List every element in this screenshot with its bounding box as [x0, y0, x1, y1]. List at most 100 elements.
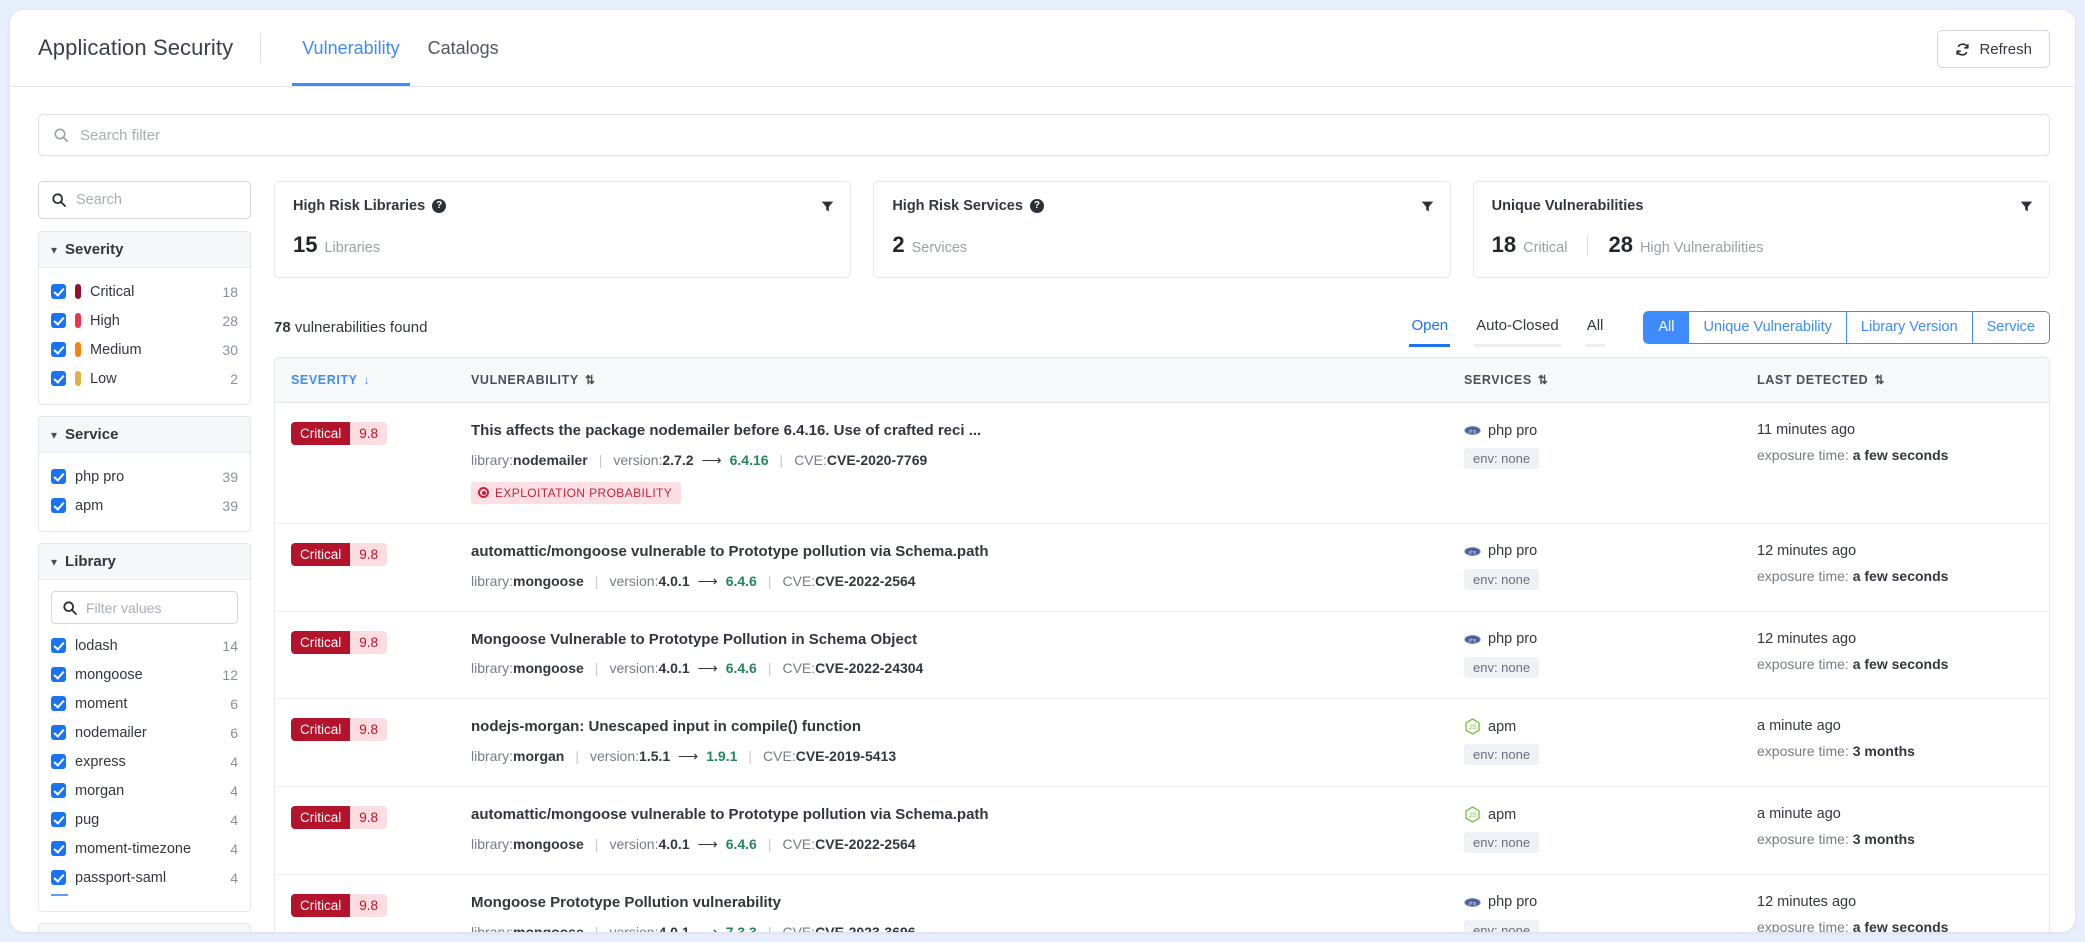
column-label: VULNERABILITY [471, 373, 579, 387]
column-header-last-detected[interactable]: LAST DETECTED ⇅ [1757, 373, 2049, 387]
tab-vulnerability[interactable]: Vulnerability [288, 10, 413, 86]
vulnerability-title[interactable]: Mongoose Prototype Pollution vulnerabili… [471, 894, 1464, 913]
checkbox-checked-icon[interactable] [51, 725, 66, 740]
checkbox-checked-icon[interactable] [51, 783, 66, 798]
facet-item-high[interactable]: High 28 [51, 306, 238, 335]
facet-header-library[interactable]: ▾ Library [39, 544, 250, 580]
facet-item-medium[interactable]: Medium 30 [51, 335, 238, 364]
facet-item-apm[interactable]: apm 39 [51, 491, 238, 520]
filter-icon[interactable] [1421, 200, 1434, 213]
column-header-services[interactable]: SERVICES ⇅ [1464, 373, 1757, 387]
facet-item-morgan[interactable]: morgan 4 [51, 776, 238, 805]
table-row[interactable]: Critical 9.8 automattic/mongoose vulnerabl… [275, 787, 2049, 875]
facet-group-language: ▾ Language [38, 923, 251, 932]
version-label: version: [609, 923, 659, 933]
facet-item-count: 28 [222, 312, 238, 329]
group-by-library-version[interactable]: Library Version [1845, 310, 1972, 344]
checkbox-checked-icon[interactable] [51, 498, 66, 513]
facet-header-service[interactable]: ▾ Service [39, 417, 250, 453]
facet-search-box[interactable] [38, 181, 251, 219]
service-line: php php pro [1464, 631, 1757, 648]
version-current: 4.0.1 [658, 660, 690, 677]
facet-item-label: Low [90, 370, 117, 387]
facet-header-severity[interactable]: ▾ Severity [39, 232, 250, 268]
checkbox-checked-icon[interactable] [51, 284, 66, 299]
facet-search-input[interactable] [76, 192, 238, 208]
checkbox-checked-icon[interactable] [51, 342, 66, 357]
service-line: php php pro [1464, 543, 1757, 560]
tab-catalogs[interactable]: Catalogs [414, 10, 513, 86]
table-row[interactable]: Critical 9.8 Mongoose Vulnerable to Protot… [275, 612, 2049, 700]
severity-badge: Critical 9.8 [291, 806, 388, 829]
stat-card-title: High Risk Libraries ? [293, 198, 832, 214]
vulnerability-title[interactable]: Mongoose Vulnerable to Prototype Polluti… [471, 631, 1464, 650]
meta-divider: | [575, 748, 579, 764]
version-fixed: 6.4.6 [725, 572, 757, 589]
facet-show-more[interactable] [51, 894, 238, 900]
facet-item-nodemailer[interactable]: nodemailer 6 [51, 718, 238, 747]
group-by-unique-vulnerability[interactable]: Unique Vulnerability [1688, 310, 1846, 344]
table-row[interactable]: Critical 9.8 This affects the package node… [275, 403, 2049, 524]
help-icon[interactable]: ? [432, 199, 447, 213]
checkbox-checked-icon[interactable] [51, 667, 66, 682]
group-by-service[interactable]: Service [1971, 310, 2050, 344]
target-icon [478, 487, 489, 499]
column-header-severity[interactable]: SEVERITY ↓ [291, 373, 471, 387]
meta-divider: | [598, 451, 603, 468]
facet-item-mongoose[interactable]: mongoose 12 [51, 660, 238, 689]
help-icon[interactable]: ? [1029, 199, 1044, 213]
refresh-button[interactable]: Refresh [1937, 30, 2050, 68]
facet-header-language[interactable]: ▾ Language [39, 924, 250, 932]
column-header-vulnerability[interactable]: VULNERABILITY ⇅ [471, 373, 1464, 387]
facet-item-express[interactable]: express 4 [51, 747, 238, 776]
facet-item-moment-timezone[interactable]: moment-timezone 4 [51, 834, 238, 863]
library-label: library: [471, 572, 514, 589]
vulnerability-title[interactable]: nodejs-morgan: Unescaped input in compil… [471, 718, 1464, 737]
checkbox-checked-icon[interactable] [51, 870, 66, 885]
facet-item-passport-saml[interactable]: passport-saml 4 [51, 863, 238, 892]
facet-item-php-pro[interactable]: php pro 39 [51, 462, 238, 491]
table-row[interactable]: Critical 9.8 Mongoose Prototype Pollution … [275, 875, 2049, 932]
facet-item-pug[interactable]: pug 4 [51, 805, 238, 834]
severity-color-pill [75, 342, 81, 357]
facet-item-moment[interactable]: moment 6 [51, 689, 238, 718]
checkbox-checked-icon[interactable] [51, 754, 66, 769]
search-input[interactable] [80, 126, 2035, 144]
checkbox-checked-icon[interactable] [51, 371, 66, 386]
main-panel: High Risk Libraries ? 15 Libraries High … [274, 181, 2050, 932]
exposure-value: 3 months [1852, 743, 1915, 760]
refresh-label: Refresh [1979, 40, 2032, 58]
status-tab-auto-closed[interactable]: Auto-Closed [1462, 307, 1573, 347]
checkbox-checked-icon[interactable] [51, 638, 66, 653]
filter-icon[interactable] [2020, 200, 2033, 213]
table-row[interactable]: Critical 9.8 automattic/mongoose vulnerabl… [275, 524, 2049, 612]
vulnerability-title[interactable]: automattic/mongoose vulnerable to Protot… [471, 543, 1464, 562]
library-filter-input[interactable] [86, 599, 227, 616]
library-filter-box[interactable] [51, 591, 238, 624]
vulnerability-title[interactable]: This affects the package nodemailer befo… [471, 422, 1464, 441]
checkbox-checked-icon[interactable] [51, 696, 66, 711]
group-by-all[interactable]: All [1643, 310, 1689, 344]
library-value: nodemailer [513, 451, 588, 468]
vulnerability-meta: library: mongoose | version: 4.0.1 ⟶ 6.4.6 | C… [471, 658, 1464, 679]
checkbox-checked-icon[interactable] [51, 469, 66, 484]
sort-arrow-icon: ⇅ [584, 373, 596, 387]
meta-divider: | [767, 572, 772, 589]
cell-services: php php pro env: none [1464, 894, 1757, 932]
facet-item-critical[interactable]: Critical 18 [51, 277, 238, 306]
facet-item-lodash[interactable]: lodash 14 [51, 631, 238, 660]
filter-icon[interactable] [821, 200, 834, 213]
version-label: version: [609, 835, 659, 852]
cell-last-detected: a minute ago exposure time: 3 months [1757, 806, 2049, 847]
table-row[interactable]: Critical 9.8 nodejs-morgan: Unescaped inpu… [275, 699, 2049, 787]
search-filter-box[interactable] [38, 114, 2050, 156]
version-current: 2.7.2 [662, 451, 694, 468]
checkbox-checked-icon[interactable] [51, 313, 66, 328]
status-tab-open[interactable]: Open [1397, 307, 1462, 347]
last-detected-time: a minute ago [1757, 718, 1841, 735]
facet-item-low[interactable]: Low 2 [51, 364, 238, 393]
vulnerability-title[interactable]: automattic/mongoose vulnerable to Protot… [471, 806, 1464, 825]
checkbox-checked-icon[interactable] [51, 812, 66, 827]
status-tab-all[interactable]: All [1573, 307, 1618, 347]
checkbox-checked-icon[interactable] [51, 841, 66, 856]
